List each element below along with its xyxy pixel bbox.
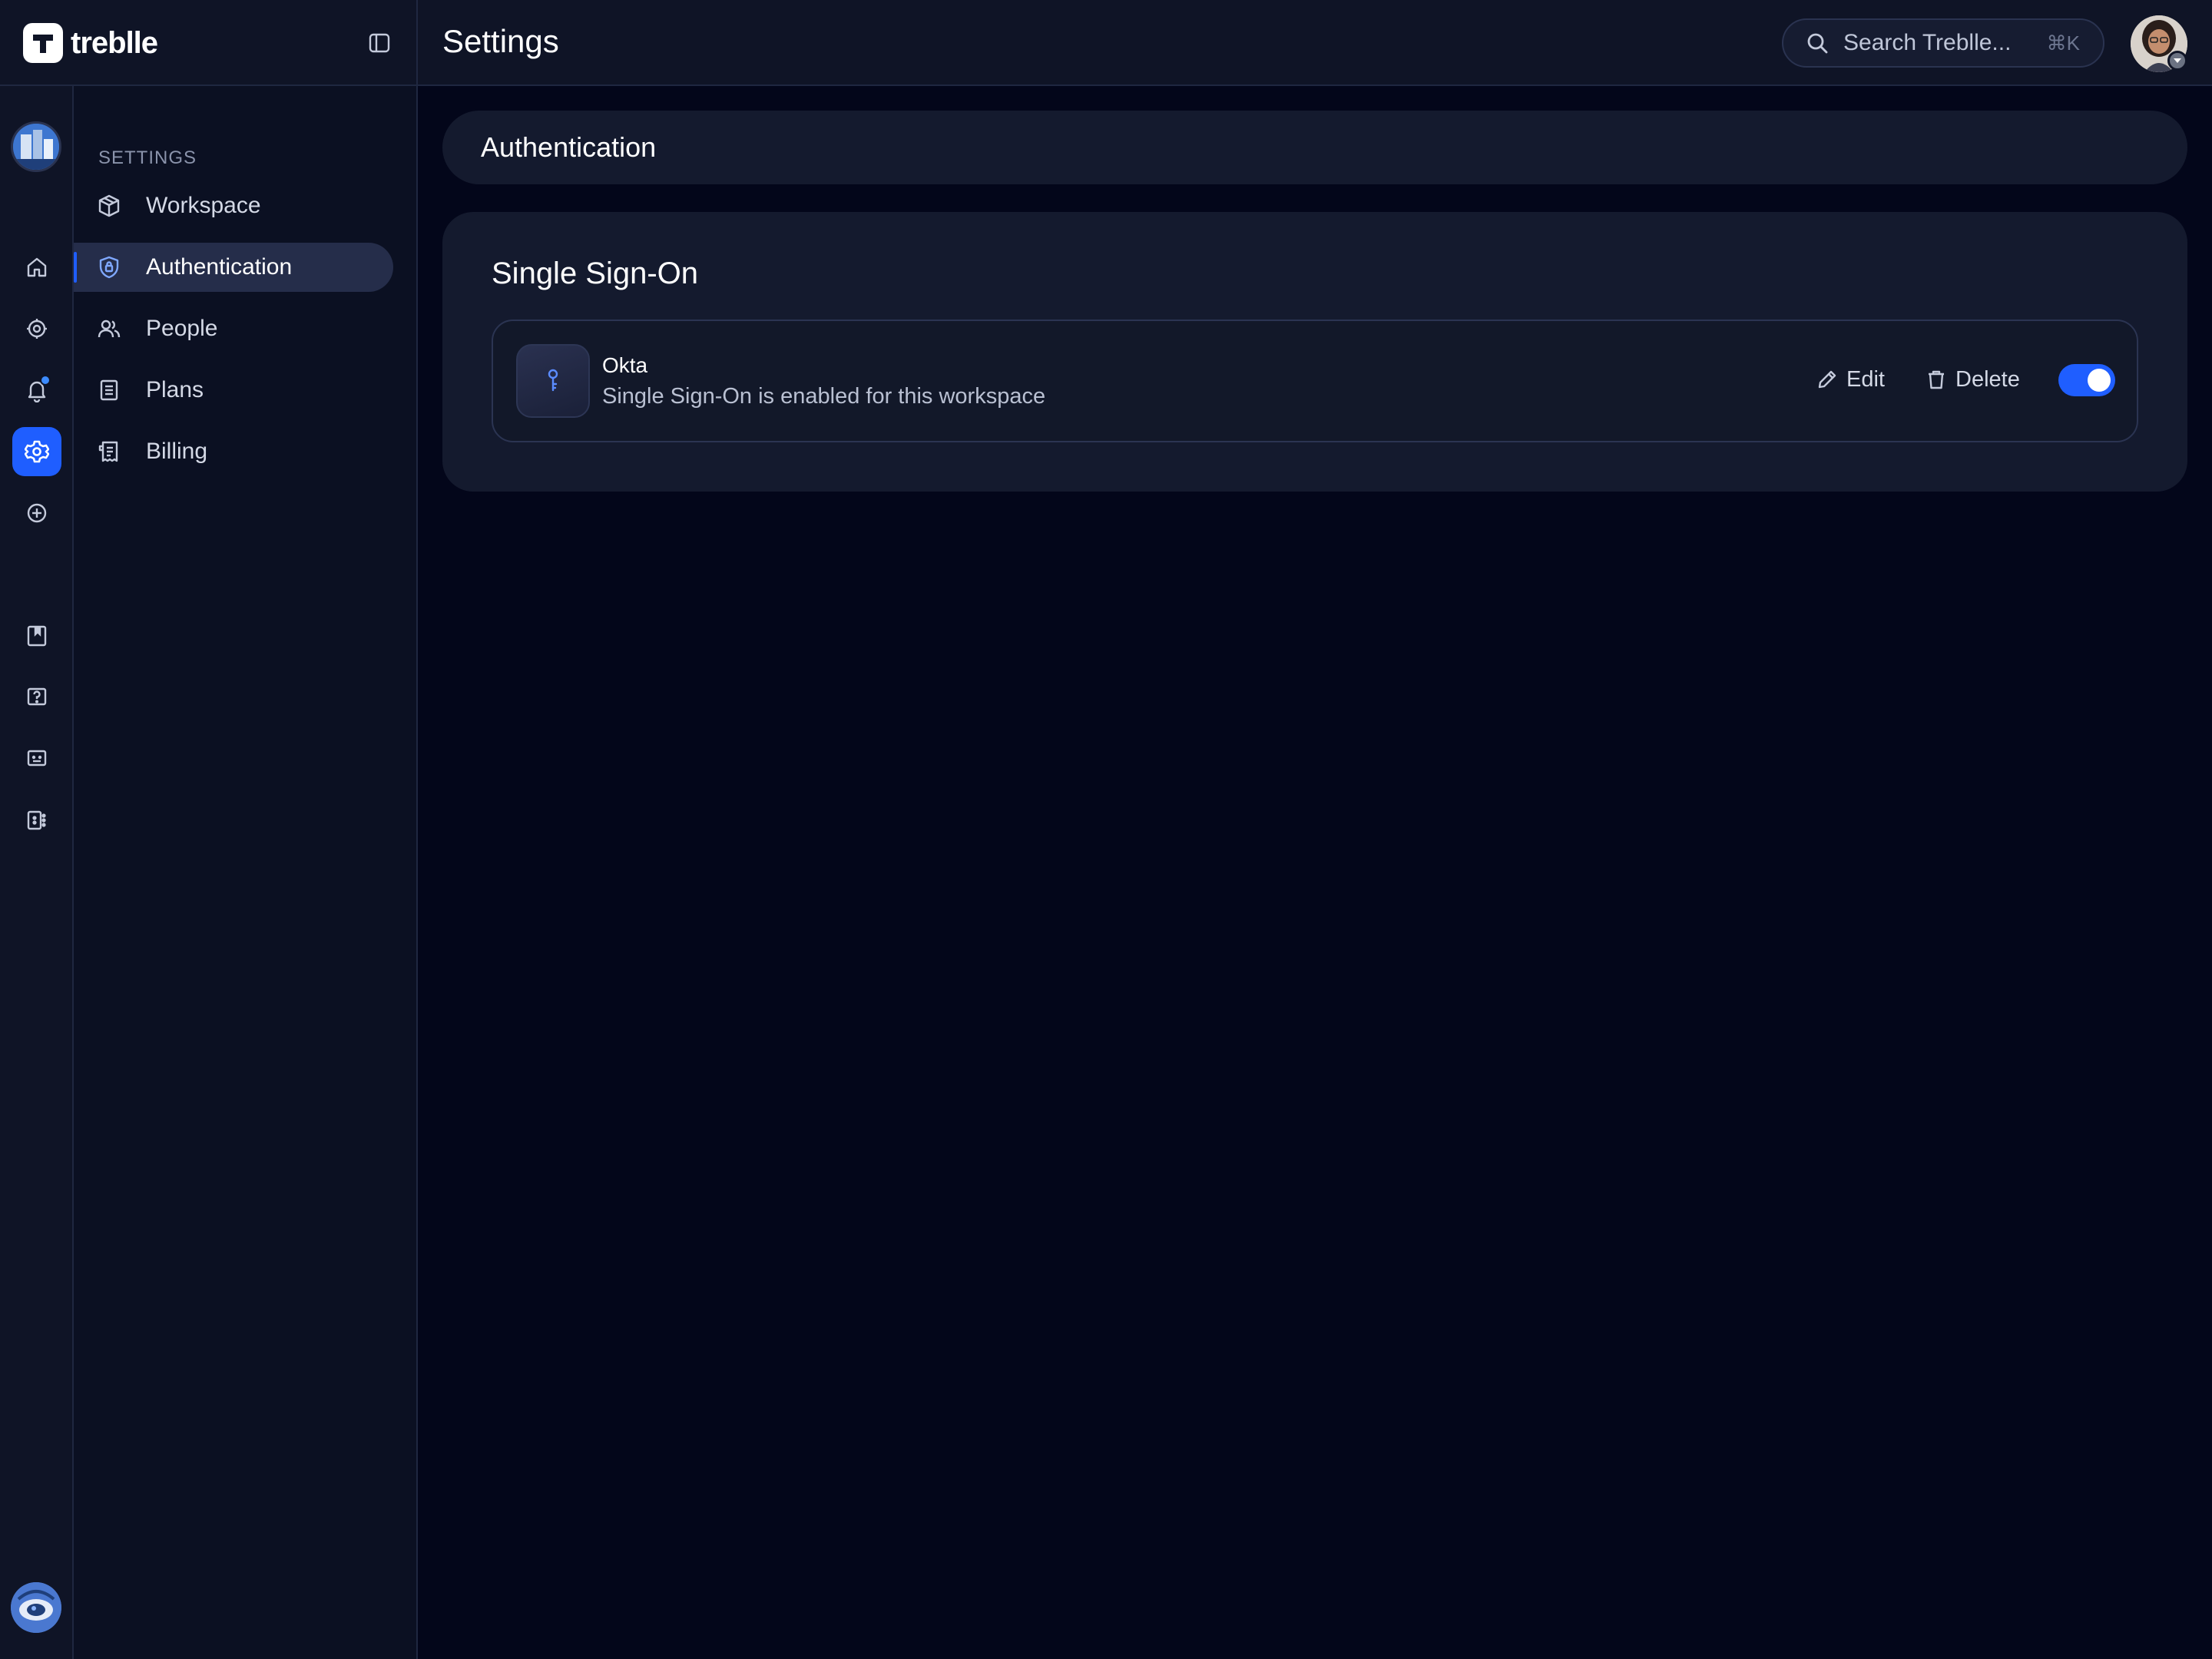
api-gear-icon[interactable] <box>12 304 61 353</box>
delete-button[interactable]: Delete <box>1925 361 2020 398</box>
sidebar-item-workspace[interactable]: Workspace <box>74 181 393 230</box>
sso-card: Single Sign-On Okta Single Sign-On is en… <box>442 212 2187 492</box>
sidebar-item-label: People <box>146 316 218 341</box>
sidebar-item-label: Billing <box>146 439 208 464</box>
sidebar-item-billing[interactable]: Billing <box>74 427 393 476</box>
brand-logo[interactable]: treblle <box>23 22 158 65</box>
pencil-icon <box>1816 368 1839 391</box>
workspace-avatar[interactable] <box>11 121 61 172</box>
key-icon <box>516 344 590 418</box>
cube-icon <box>97 194 121 218</box>
search-icon <box>1805 31 1830 55</box>
chevron-down-icon[interactable] <box>2167 51 2187 71</box>
bookmark-icon[interactable] <box>12 611 61 661</box>
page-title: Settings <box>442 23 559 59</box>
search-shortcut: ⌘K <box>2046 31 2080 55</box>
provider-description: Single Sign-On is enabled for this works… <box>602 384 1046 409</box>
header-divider <box>416 0 418 86</box>
sidebar-item-authentication[interactable]: Authentication <box>74 243 393 292</box>
chat-icon[interactable] <box>12 734 61 783</box>
search-placeholder: Search Treblle... <box>1843 30 2012 55</box>
sidebar-item-label: Workspace <box>146 193 261 218</box>
brand-name: treblle <box>71 25 158 60</box>
home-icon[interactable] <box>12 243 61 292</box>
sidebar-item-plans[interactable]: Plans <box>74 366 393 415</box>
document-icon <box>97 378 121 402</box>
apps-icon[interactable] <box>12 796 61 845</box>
search-input[interactable]: Search Treblle... ⌘K <box>1782 18 2104 68</box>
help-icon[interactable] <box>12 673 61 722</box>
assistant-avatar[interactable] <box>11 1582 61 1633</box>
card-title: Single Sign-On <box>492 257 699 290</box>
section-header: Authentication <box>442 111 2187 184</box>
edit-label: Edit <box>1846 366 1885 392</box>
sidebar-toggle-icon[interactable] <box>366 29 393 57</box>
sidebar-item-label: Plans <box>146 377 204 402</box>
bell-icon[interactable] <box>12 366 61 415</box>
settings-icon[interactable] <box>12 427 61 476</box>
provider-name: Okta <box>602 353 648 377</box>
sidebar-heading: SETTINGS <box>98 147 197 168</box>
sso-enabled-toggle[interactable] <box>2058 364 2115 396</box>
sidebar-item-label: Authentication <box>146 254 293 280</box>
shield-lock-icon <box>97 255 121 280</box>
sidebar-item-people[interactable]: People <box>74 304 393 353</box>
edit-button[interactable]: Edit <box>1816 361 1885 398</box>
plus-circle-icon[interactable] <box>12 488 61 538</box>
users-icon <box>97 316 121 341</box>
receipt-icon <box>97 439 121 464</box>
trash-icon <box>1925 368 1948 391</box>
sso-provider-row: Okta Single Sign-On is enabled for this … <box>492 320 2138 442</box>
notification-dot <box>40 375 51 386</box>
top-header: treblle Settings Search Treblle... ⌘K <box>0 0 2212 86</box>
toggle-knob <box>2088 369 2111 392</box>
delete-label: Delete <box>1955 366 2020 392</box>
icon-rail <box>0 86 74 1659</box>
section-title: Authentication <box>481 131 657 163</box>
treblle-logo-icon <box>23 23 63 63</box>
settings-sidebar: SETTINGS Workspace Authentication People… <box>74 86 418 1659</box>
